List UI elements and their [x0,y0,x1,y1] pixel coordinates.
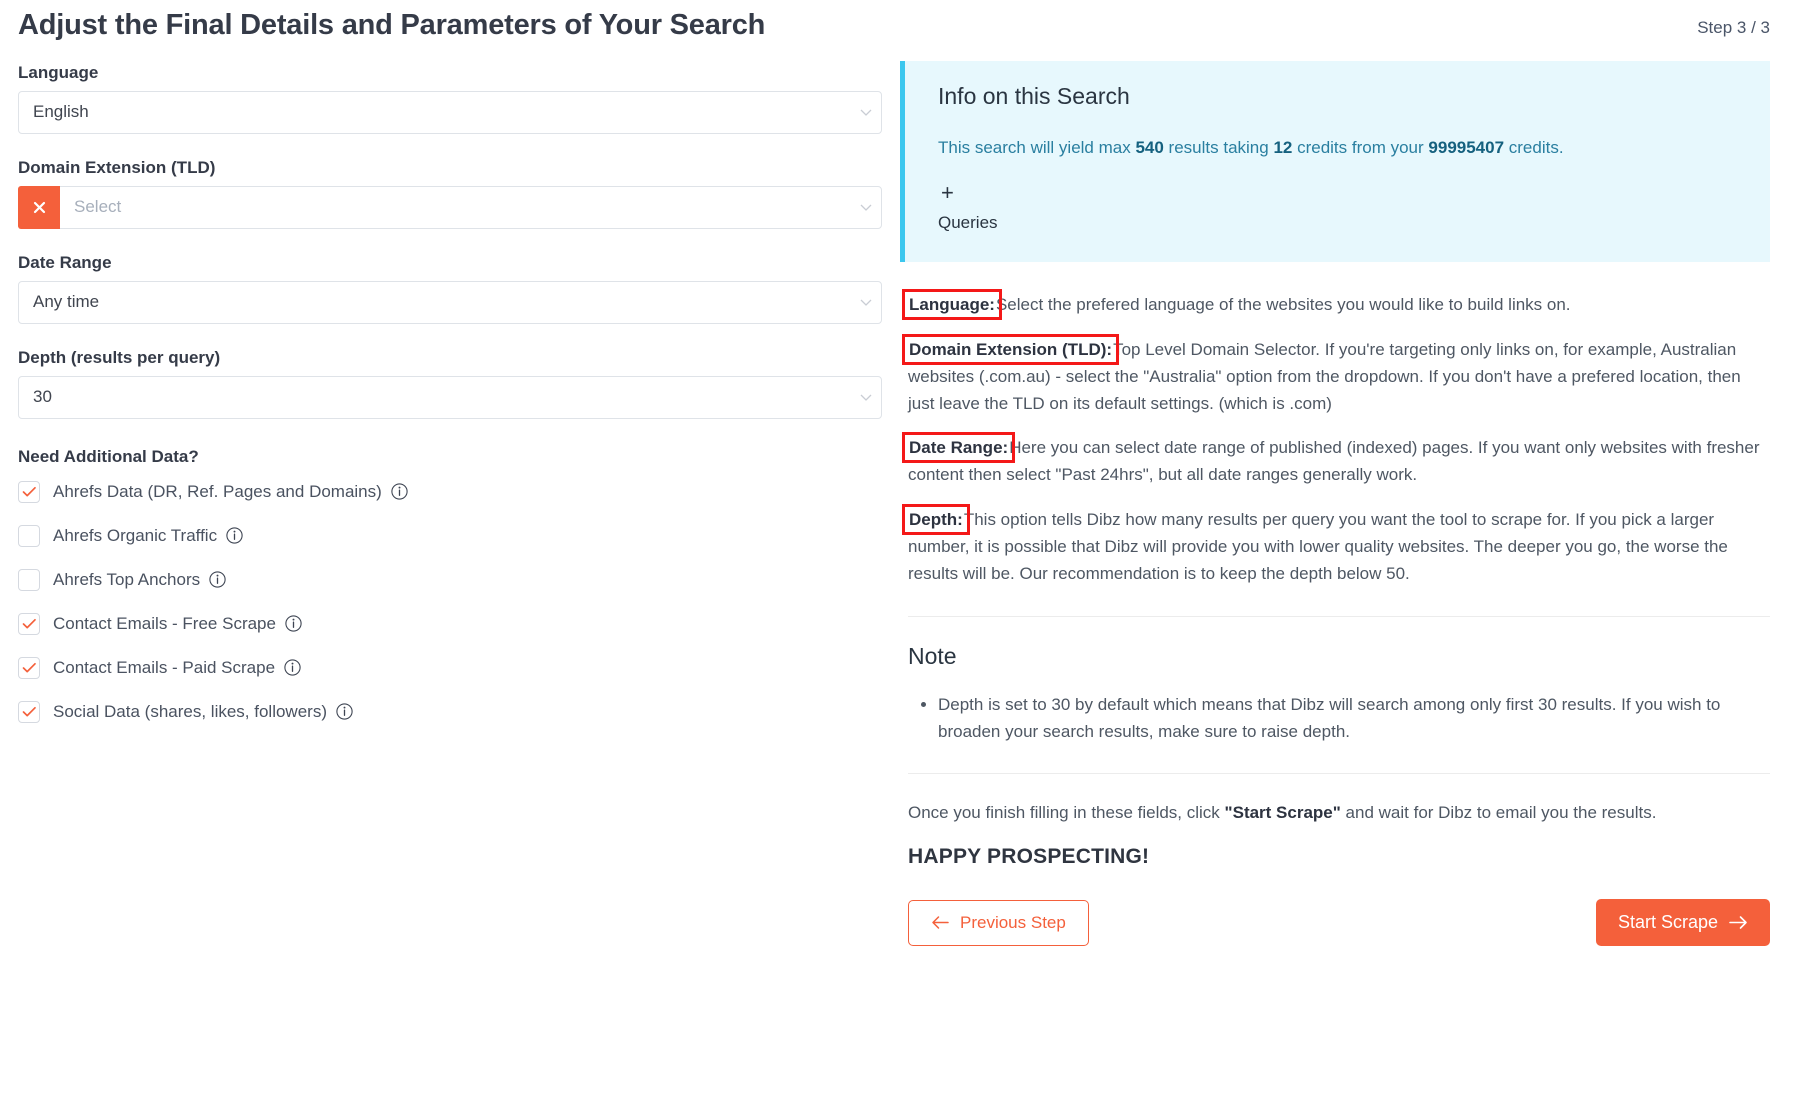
checkbox-row[interactable]: Ahrefs Top Anchors [18,569,882,591]
depth-select[interactable]: 30 [18,376,882,419]
help-term-highlight: Date Range: [908,438,1009,457]
start-scrape-button[interactable]: Start Scrape [1596,899,1770,946]
checkbox-label: Contact Emails - Paid Scrape [53,658,275,678]
help-description: Select the prefered language of the webs… [996,295,1571,314]
info-credits-cost: 12 [1273,138,1292,157]
info-circle-icon[interactable] [209,571,226,588]
help-description: Here you can select date range of publis… [908,438,1760,484]
info-callout: Info on this Search This search will yie… [900,61,1770,262]
language-label: Language [18,63,882,83]
tld-select-value: Select [60,187,851,228]
help-paragraph: Depth:This option tells Dibz how many re… [908,507,1770,588]
info-circle-icon[interactable] [391,483,408,500]
additional-data-list: Ahrefs Data (DR, Ref. Pages and Domains)… [18,481,882,723]
start-scrape-label: Start Scrape [1618,912,1718,933]
info-max-results: 540 [1135,138,1163,157]
info-circle-icon[interactable] [284,659,301,676]
check-icon [22,486,37,498]
info-summary-end: credits. [1504,138,1564,157]
help-paragraph: Language:Select the prefered language of… [908,292,1770,319]
queries-label: Queries [938,210,1742,236]
previous-step-button[interactable]: Previous Step [908,900,1089,946]
date-range-label: Date Range [18,253,882,273]
checkbox-row[interactable]: Contact Emails - Free Scrape [18,613,882,635]
info-circle-icon[interactable] [226,527,243,544]
tld-clear-button[interactable] [18,186,60,229]
checkbox-row[interactable]: Ahrefs Organic Traffic [18,525,882,547]
note-title: Note [908,643,1770,670]
checkbox-unchecked[interactable] [18,525,40,547]
date-range-select[interactable]: Any time [18,281,882,324]
depth-select-value: 30 [19,377,851,418]
info-summary-pre: This search will yield max [938,138,1135,157]
plus-icon: + [941,182,1742,204]
checkbox-checked[interactable] [18,701,40,723]
help-term-highlight: Depth: [908,510,964,529]
info-column: Info on this Search This search will yie… [900,43,1796,946]
check-icon [22,618,37,630]
depth-label: Depth (results per query) [18,348,882,368]
tld-select[interactable]: Select [18,186,882,229]
closing-bold: "Start Scrape" [1225,803,1341,822]
help-text-block: Language:Select the prefered language of… [900,292,1770,946]
check-icon [22,706,37,718]
help-term-highlight: Domain Extension (TLD): [908,340,1113,359]
divider [908,616,1770,617]
checkbox-row[interactable]: Contact Emails - Paid Scrape [18,657,882,679]
note-bullet: Depth is set to 30 by default which mean… [938,692,1770,746]
chevron-down-icon [851,92,881,133]
arrow-right-icon [1728,915,1748,930]
info-circle-icon[interactable] [336,703,353,720]
checkbox-checked[interactable] [18,613,40,635]
chevron-down-icon [851,282,881,323]
date-range-select-value: Any time [19,282,851,323]
page-body: Language English Domain Extension (TLD) … [0,43,1796,946]
check-icon [22,662,37,674]
info-summary-mid2: credits from your [1292,138,1428,157]
help-paragraph: Domain Extension (TLD):Top Level Domain … [908,337,1770,418]
help-list: Language:Select the prefered language of… [908,292,1770,588]
additional-data-title: Need Additional Data? [18,447,882,467]
settings-form: Language English Domain Extension (TLD) … [0,43,900,745]
help-term-highlight: Language: [908,295,996,314]
closing-post: and wait for Dibz to email you the resul… [1341,803,1657,822]
checkbox-label: Ahrefs Data (DR, Ref. Pages and Domains) [53,482,382,502]
checkbox-label: Social Data (shares, likes, followers) [53,702,327,722]
checkbox-checked[interactable] [18,657,40,679]
checkbox-row[interactable]: Ahrefs Data (DR, Ref. Pages and Domains) [18,481,882,503]
page-header: Adjust the Final Details and Parameters … [0,0,1796,43]
divider [908,773,1770,774]
queries-toggle[interactable]: + Queries [938,182,1742,236]
tld-label: Domain Extension (TLD) [18,158,882,178]
page-root: Adjust the Final Details and Parameters … [0,0,1796,1118]
page-title: Adjust the Final Details and Parameters … [18,8,765,43]
info-credits-balance: 99995407 [1428,138,1504,157]
step-indicator: Step 3 / 3 [1697,8,1770,38]
checkbox-label: Contact Emails - Free Scrape [53,614,276,634]
checkbox-label: Ahrefs Top Anchors [53,570,200,590]
footer-actions: Previous Step Start Scrape [908,899,1770,946]
info-summary: This search will yield max 540 results t… [938,136,1742,161]
info-circle-icon[interactable] [285,615,302,632]
chevron-down-icon [851,187,881,228]
closing-pre: Once you finish filling in these fields,… [908,803,1225,822]
close-icon [31,199,48,216]
info-summary-mid1: results taking [1164,138,1274,157]
happy-prospecting-text: HAPPY PROSPECTING! [908,845,1770,869]
checkbox-unchecked[interactable] [18,569,40,591]
chevron-down-icon [851,377,881,418]
language-select[interactable]: English [18,91,882,134]
checkbox-checked[interactable] [18,481,40,503]
help-description: This option tells Dibz how many results … [908,510,1728,583]
previous-step-label: Previous Step [960,913,1066,933]
note-bullet-list: Depth is set to 30 by default which mean… [908,692,1770,746]
info-callout-title: Info on this Search [938,83,1742,110]
help-paragraph: Date Range:Here you can select date rang… [908,435,1770,489]
language-select-value: English [19,92,851,133]
closing-paragraph: Once you finish filling in these fields,… [908,800,1770,827]
checkbox-label: Ahrefs Organic Traffic [53,526,217,546]
arrow-left-icon [931,915,950,930]
checkbox-row[interactable]: Social Data (shares, likes, followers) [18,701,882,723]
